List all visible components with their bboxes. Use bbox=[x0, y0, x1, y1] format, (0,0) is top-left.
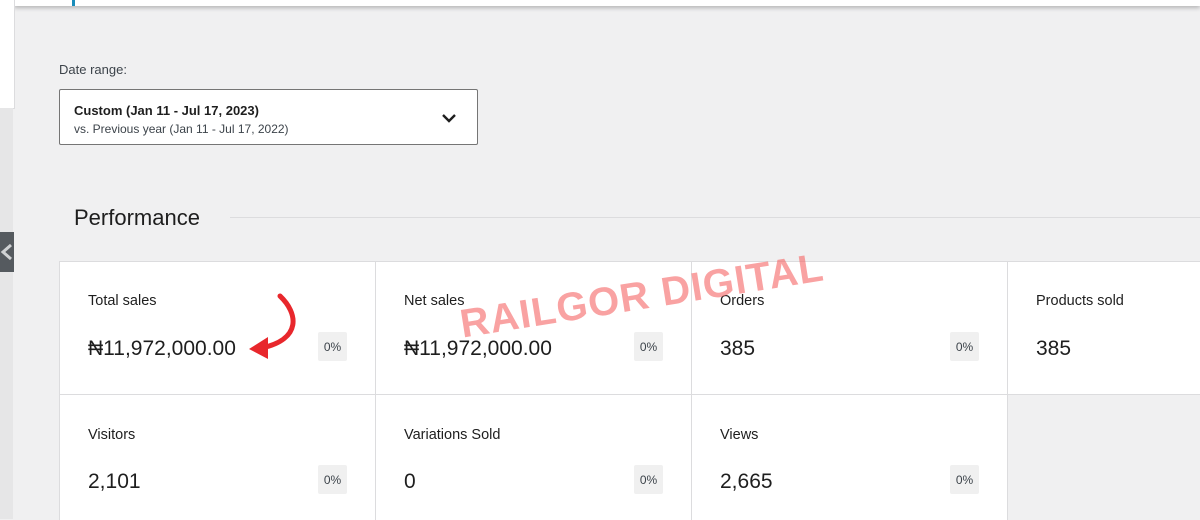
tile-value: 385 bbox=[720, 337, 756, 360]
section-divider bbox=[230, 217, 1200, 218]
change-badge: 0% bbox=[634, 465, 663, 494]
chevron-left-icon bbox=[0, 244, 12, 260]
top-bar bbox=[14, 0, 1200, 6]
sidebar-collapse-handle[interactable] bbox=[0, 232, 14, 272]
date-range-dropdown[interactable]: Custom (Jan 11 - Jul 17, 2023) vs. Previ… bbox=[59, 89, 478, 145]
tile-value: ₦11,972,000.00 bbox=[88, 337, 236, 360]
left-panel-edge bbox=[0, 0, 15, 109]
tile-orders[interactable]: Orders 385 0% bbox=[692, 262, 1008, 395]
date-range-label: Date range: bbox=[59, 62, 127, 77]
tile-total-sales[interactable]: Total sales ₦11,972,000.00 0% bbox=[60, 262, 376, 395]
date-range-comparison: vs. Previous year (Jan 11 - Jul 17, 2022… bbox=[74, 122, 289, 136]
tile-value: 2,665 bbox=[720, 470, 773, 493]
change-badge: 0% bbox=[634, 332, 663, 361]
date-range-primary: Custom (Jan 11 - Jul 17, 2023) bbox=[74, 103, 259, 118]
tile-views[interactable]: Views 2,665 0% bbox=[692, 395, 1008, 520]
tile-label: Variations Sold bbox=[404, 427, 501, 443]
tile-value: 2,101 bbox=[88, 470, 141, 493]
sidebar-strip bbox=[0, 108, 13, 519]
empty-tile-slot bbox=[1008, 395, 1200, 520]
tile-value: ₦11,972,000.00 bbox=[404, 337, 552, 360]
change-badge: 0% bbox=[950, 465, 979, 494]
change-badge: 0% bbox=[318, 332, 347, 361]
tile-label: Products sold bbox=[1036, 293, 1124, 309]
tile-label: Total sales bbox=[88, 293, 157, 309]
tile-label: Views bbox=[720, 427, 759, 443]
tile-value: 0 bbox=[404, 470, 416, 493]
tile-products-sold[interactable]: Products sold 385 bbox=[1008, 262, 1200, 395]
change-badge: 0% bbox=[318, 465, 347, 494]
tile-label: Orders bbox=[720, 293, 765, 309]
tile-label: Visitors bbox=[88, 427, 136, 443]
performance-grid: Total sales ₦11,972,000.00 0% Net sales … bbox=[59, 261, 1200, 520]
top-bar-accent bbox=[72, 0, 75, 6]
tile-label: Net sales bbox=[404, 293, 465, 309]
tile-value: 385 bbox=[1036, 337, 1072, 360]
chevron-down-icon bbox=[442, 114, 456, 123]
change-badge: 0% bbox=[950, 332, 979, 361]
performance-title: Performance bbox=[74, 205, 200, 230]
tile-variations-sold[interactable]: Variations Sold 0 0% bbox=[376, 395, 692, 520]
tile-net-sales[interactable]: Net sales ₦11,972,000.00 0% bbox=[376, 262, 692, 395]
tile-visitors[interactable]: Visitors 2,101 0% bbox=[60, 395, 376, 520]
